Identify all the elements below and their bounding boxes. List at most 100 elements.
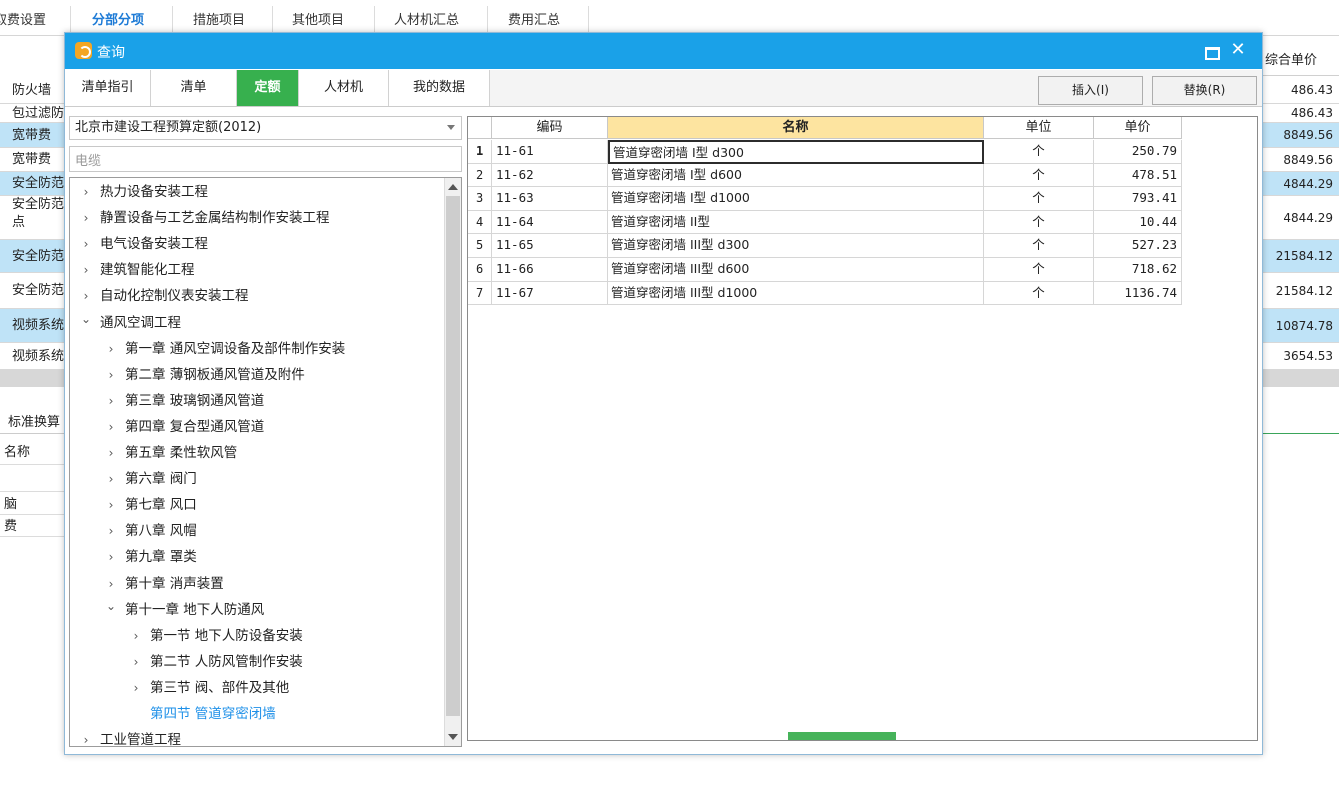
chevron-right-icon[interactable]: › [103,544,119,570]
tab-quota[interactable]: 定额 [237,70,299,106]
scrollbar-thumb[interactable] [446,196,460,716]
table-row-label[interactable]: 安全防范 [0,240,64,273]
quota-library-select[interactable]: 北京市建设工程预算定额(2012) [69,116,462,140]
chevron-right-icon[interactable]: › [78,257,94,283]
cell-price[interactable]: 10.44 [1094,210,1182,235]
tree-item[interactable]: › 电气设备安装工程 [78,231,208,257]
tab-bill[interactable]: 清单 [151,70,237,106]
chevron-right-icon[interactable]: › [103,388,119,414]
close-icon[interactable]: ✕ [1227,39,1249,61]
cell-unit[interactable]: 个 [984,163,1094,188]
table-row-label[interactable]: 防火墙 [0,77,64,104]
cell-name[interactable]: 管道穿密闭墙 III型 d1000 [608,281,984,306]
tree-item[interactable]: ⌄ 通风空调工程 [78,310,181,336]
cell-unit[interactable]: 个 [984,281,1094,306]
tab-standard-conversion[interactable]: 标准换算 [8,411,60,430]
cell-unit[interactable]: 个 [984,187,1094,211]
column-header-price[interactable]: 单价 [1094,117,1182,139]
cell-unit[interactable]: 个 [984,234,1094,258]
cell-code[interactable]: 11-64 [492,210,608,235]
maximize-icon[interactable] [1202,42,1220,60]
tab-labor-material[interactable]: 人材机 [299,70,389,106]
cell-name[interactable]: 管道穿密闭墙 III型 d600 [608,258,984,282]
column-header-name[interactable]: 名称 [608,117,984,139]
cell-name[interactable]: 管道穿密闭墙 I型 d600 [608,163,984,188]
cell-price[interactable]: 1136.74 [1094,281,1182,306]
cell-code[interactable]: 11-61 [492,140,608,164]
cell-unit[interactable]: 个 [984,210,1094,235]
cell-price[interactable]: 478.51 [1094,163,1182,188]
table-row[interactable]: 2 11-62 管道穿密闭墙 I型 d600 个 478.51 [468,163,1182,188]
tree-item[interactable]: › 自动化控制仪表安装工程 [78,283,249,309]
tab-cost-summary[interactable]: 费用汇总 [508,9,560,28]
vertical-scrollbar[interactable] [444,178,461,746]
chevron-right-icon[interactable]: › [103,440,119,466]
cell-price[interactable]: 793.41 [1094,187,1182,211]
tree-item[interactable]: › 第八章 风帽 [103,518,197,544]
tree-item[interactable]: › 第二章 薄钢板通风管道及附件 [103,362,305,388]
cell-code[interactable]: 11-65 [492,234,608,258]
cell-code[interactable]: 11-62 [492,163,608,188]
tab-measures[interactable]: 措施项目 [193,9,245,28]
replace-button[interactable]: 替换(R) [1152,76,1257,105]
insert-button[interactable]: 插入(I) [1038,76,1143,105]
tab-sub-items[interactable]: 分部分项 [92,9,144,28]
chevron-right-icon[interactable]: › [128,623,144,649]
table-row-label[interactable]: 安全防范 [0,273,64,309]
table-row-label[interactable]: 宽带费 [0,148,64,172]
chevron-right-icon[interactable]: › [103,362,119,388]
tree-item[interactable]: ⌄ 第十一章 地下人防通风 [103,597,264,623]
tree-item[interactable]: › 第二节 人防风管制作安装 [128,649,303,675]
scroll-up-icon[interactable] [448,184,458,190]
chevron-right-icon[interactable]: › [103,492,119,518]
cell-price[interactable]: 527.23 [1094,234,1182,258]
chevron-right-icon[interactable]: › [78,179,94,205]
table-row-label[interactable]: 安全防范点 [0,196,64,240]
cell-code[interactable]: 11-66 [492,258,608,282]
tree-item[interactable]: › 第一章 通风空调设备及部件制作安装 [103,336,346,362]
table-row-label[interactable]: 视频系统 [0,309,64,343]
tree-item[interactable]: › 第十章 消声装置 [103,571,224,597]
search-input[interactable] [69,146,462,172]
tree-item[interactable]: › 第七章 风口 [103,492,197,518]
tree-item[interactable]: › 第六章 阀门 [103,466,197,492]
chevron-down-icon[interactable]: ⌄ [78,306,94,332]
table-row[interactable]: 3 11-63 管道穿密闭墙 I型 d1000 个 793.41 [468,187,1182,211]
tree-item[interactable]: › 第五章 柔性软风管 [103,440,238,466]
tab-my-data[interactable]: 我的数据 [389,70,490,106]
cell-price[interactable]: 718.62 [1094,258,1182,282]
tab-bill-guide[interactable]: 清单指引 [65,70,151,106]
chevron-right-icon[interactable]: › [128,675,144,701]
cell-code[interactable]: 11-67 [492,281,608,306]
chevron-down-icon[interactable]: ⌄ [103,593,119,619]
tree-item[interactable]: › 第一节 地下人防设备安装 [128,623,303,649]
resize-grip[interactable] [788,732,896,740]
table-row-label[interactable]: 安全防范 [0,172,64,196]
table-row[interactable]: 1 11-61 管道穿密闭墙 I型 d300 个 250.79 [468,140,1182,164]
chevron-right-icon[interactable]: › [78,231,94,257]
chevron-right-icon[interactable]: › [103,414,119,440]
cell-code[interactable]: 11-63 [492,187,608,211]
tree-item[interactable]: › 第三节 阀、部件及其他 [128,675,290,701]
tree-item[interactable]: › 第九章 罩类 [103,544,197,570]
table-row-label[interactable]: 宽带费 [0,123,64,148]
tab-other-items[interactable]: 其他项目 [292,9,344,28]
column-header-unit[interactable]: 单位 [984,117,1094,139]
table-row-label[interactable]: 包过滤防 [0,104,64,123]
table-row[interactable]: 6 11-66 管道穿密闭墙 III型 d600 个 718.62 [468,258,1182,282]
table-row[interactable]: 5 11-65 管道穿密闭墙 III型 d300 个 527.23 [468,234,1182,258]
cell-name[interactable]: 管道穿密闭墙 III型 d300 [608,234,984,258]
tree-item[interactable]: › 第三章 玻璃钢通风管道 [103,388,265,414]
cell-unit[interactable]: 个 [984,258,1094,282]
table-row-label[interactable]: 视频系统 [0,343,64,370]
chevron-right-icon[interactable]: › [78,727,94,746]
table-row[interactable]: 7 11-67 管道穿密闭墙 III型 d1000 个 1136.74 [468,281,1182,306]
chevron-right-icon[interactable]: › [128,649,144,675]
tab-fee-settings[interactable]: 取费设置 [0,9,46,28]
tree-item[interactable]: › 热力设备安装工程 [78,179,208,205]
cell-name[interactable]: 管道穿密闭墙 I型 d1000 [608,187,984,211]
chevron-right-icon[interactable]: › [78,205,94,231]
tab-labor-material-summary[interactable]: 人材机汇总 [394,9,459,28]
cell-unit[interactable]: 个 [984,140,1094,164]
cell-price[interactable]: 250.79 [1094,140,1182,164]
